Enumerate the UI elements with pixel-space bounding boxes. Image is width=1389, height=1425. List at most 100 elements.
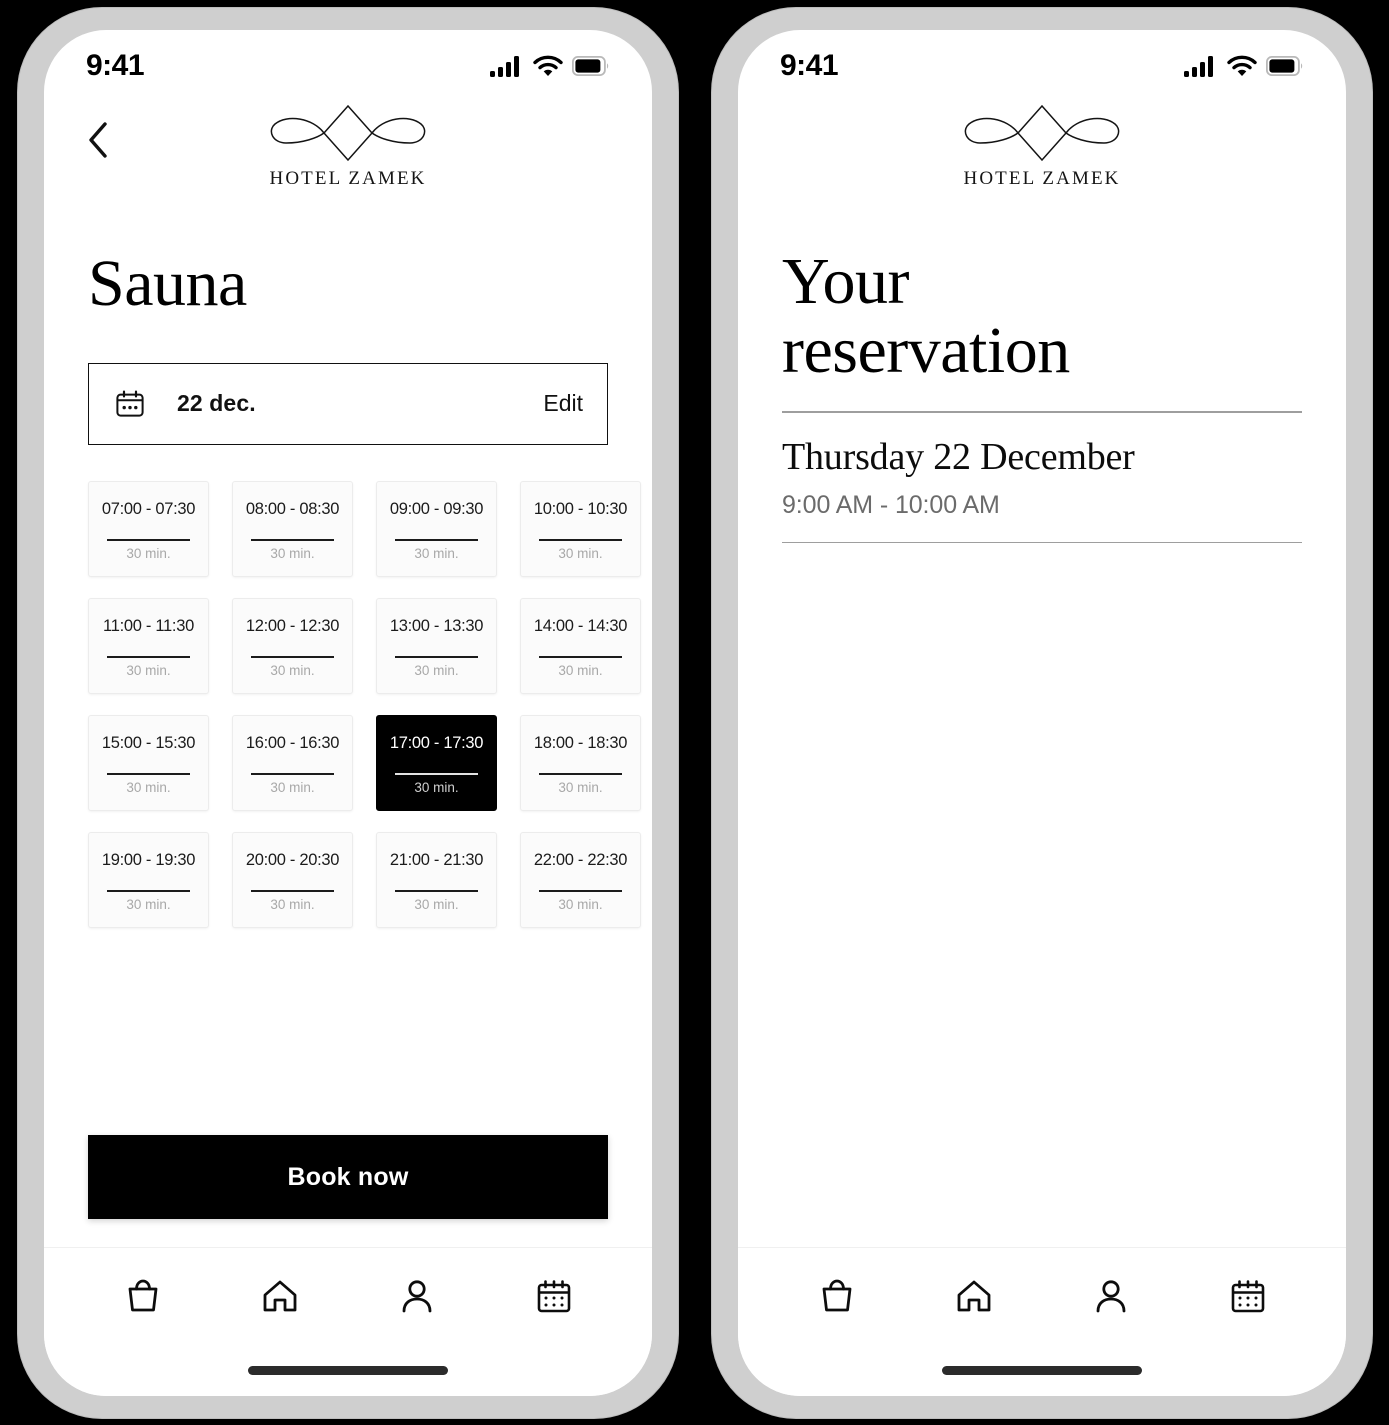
time-slot-duration: 30 min. [558,662,603,678]
home-indicator[interactable] [942,1365,1142,1375]
time-slot[interactable]: 20:00 - 20:30 30 min. [232,831,353,928]
time-slot[interactable]: 19:00 - 19:30 30 min. [88,831,209,928]
time-slot-grid: 07:00 - 07:30 30 min. 08:00 - 08:30 30 min.… [88,480,641,928]
calendar-icon [1231,1280,1264,1313]
time-slot-rule [107,538,190,541]
time-slot[interactable]: 11:00 - 11:30 30 min. [88,597,209,694]
wifi-icon [533,55,563,76]
time-slot-label: 12:00 - 12:30 [245,616,340,635]
time-slot-duration: 30 min. [414,662,459,678]
book-now-button[interactable]: Book now [88,1135,608,1219]
time-slot-label: 07:00 - 07:30 [101,499,196,518]
time-slot[interactable]: 10:00 - 10:30 30 min. [520,480,641,577]
time-slot[interactable]: 14:00 - 14:30 30 min. [520,597,641,694]
tab-calendar[interactable] [518,1260,590,1332]
tab-bar-container [738,1247,1346,1396]
brand-logo: HOTEL ZAMEK [265,100,431,190]
status-bar: 9:41 [44,30,652,92]
time-slot[interactable]: 15:00 - 15:30 30 min. [88,714,209,811]
time-slot-label: 10:00 - 10:30 [533,499,628,518]
status-bar-time: 9:41 [86,49,145,82]
tab-home[interactable] [938,1260,1010,1332]
time-slot-rule [395,538,478,541]
tab-home[interactable] [244,1260,316,1332]
time-slot-duration: 30 min. [270,779,315,795]
time-slot-rule [539,772,622,775]
reservation-time: 9:00 AM - 10:00 AM [782,490,1000,519]
reservation-content: Your reservation Thursday 22 December 9:… [738,222,1346,1247]
time-slot-duration: 30 min. [414,779,459,795]
phone-mockup-stage: 9:41 HOTEL ZAMEK Sauna 22 dec. Edit 07:0… [0,0,1389,1425]
time-slot[interactable]: 21:00 - 21:30 30 min. [376,831,497,928]
cellular-signal-icon [490,56,519,77]
tab-bag[interactable] [107,1260,179,1332]
time-slot[interactable]: 08:00 - 08:30 30 min. [232,480,353,577]
time-slot-label: 11:00 - 11:30 [103,616,194,635]
time-slot-duration: 30 min. [558,896,603,912]
reservation-card: Thursday 22 December 9:00 AM - 10:00 AM [782,411,1302,544]
time-slot-duration: 30 min. [126,662,171,678]
battery-icon [1266,56,1303,76]
tab-bag[interactable] [801,1260,873,1332]
time-slot[interactable]: 16:00 - 16:30 30 min. [232,714,353,811]
time-slot-rule [539,538,622,541]
calendar-icon [115,389,145,419]
time-slot-rule [539,889,622,892]
time-slot-label: 08:00 - 08:30 [245,499,340,518]
home-indicator-area [738,1344,1346,1396]
app-header: HOTEL ZAMEK [44,92,652,222]
app-header: HOTEL ZAMEK [738,92,1346,222]
home-icon [263,1280,296,1312]
time-slot-duration: 30 min. [126,896,171,912]
status-bar-icons [1184,55,1304,77]
time-slot-label: 15:00 - 15:30 [101,733,196,752]
reservation-day: Thursday 22 December [782,435,1135,478]
back-button[interactable] [78,118,118,162]
page-title: Sauna [88,247,247,320]
time-slot-duration: 30 min. [558,545,603,561]
time-slot-rule [107,772,190,775]
time-slot-duration: 30 min. [414,896,459,912]
time-slot-label: 19:00 - 19:30 [101,850,196,869]
time-slot-duration: 30 min. [270,896,315,912]
time-slot[interactable]: 17:00 - 17:30 30 min. [376,714,497,811]
screen-your-reservation: 9:41 HOTEL ZAMEK Your reservation Thursd… [738,30,1346,1396]
tab-profile[interactable] [1075,1260,1147,1332]
brand-name: HOTEL ZAMEK [963,168,1121,189]
divider-bottom [782,541,1302,544]
home-icon [957,1280,990,1312]
edit-date-button[interactable]: Edit [543,390,583,417]
time-slot-duration: 30 min. [270,545,315,561]
time-slot[interactable]: 09:00 - 09:30 30 min. [376,480,497,577]
battery-icon [572,56,609,76]
shopping-bag-icon [822,1279,851,1312]
home-indicator[interactable] [248,1365,448,1375]
time-slot[interactable]: 22:00 - 22:30 30 min. [520,831,641,928]
date-selector[interactable]: 22 dec. Edit [88,362,608,445]
tab-bar [44,1248,652,1344]
time-slot-rule [251,772,334,775]
time-slot-rule [251,889,334,892]
time-slot[interactable]: 13:00 - 13:30 30 min. [376,597,497,694]
time-slot-duration: 30 min. [558,779,603,795]
time-slot-rule [251,655,334,658]
phone-frame-right: 9:41 HOTEL ZAMEK Your reservation Thursd… [712,8,1372,1418]
time-slot-label: 16:00 - 16:30 [245,733,340,752]
time-slot-label: 22:00 - 22:30 [533,850,628,869]
cellular-signal-icon [1184,56,1213,77]
ornamental-diamond-flourish-logo [964,104,1120,162]
tab-bar [738,1248,1346,1344]
tab-profile[interactable] [381,1260,453,1332]
selected-date-value: 22 dec. [177,390,256,417]
time-slot[interactable]: 07:00 - 07:30 30 min. [88,480,209,577]
time-slot-label: 18:00 - 18:30 [533,733,628,752]
chevron-left-icon [89,122,107,158]
time-slot[interactable]: 18:00 - 18:30 30 min. [520,714,641,811]
time-slot-label: 14:00 - 14:30 [533,616,628,635]
page-title-line-2: reservation [782,313,1070,387]
phone-frame-left: 9:41 HOTEL ZAMEK Sauna 22 dec. Edit 07:0… [18,8,678,1418]
tab-calendar[interactable] [1212,1260,1284,1332]
time-slot[interactable]: 12:00 - 12:30 30 min. [232,597,353,694]
time-slot-duration: 30 min. [126,545,171,561]
status-bar: 9:41 [738,30,1346,92]
